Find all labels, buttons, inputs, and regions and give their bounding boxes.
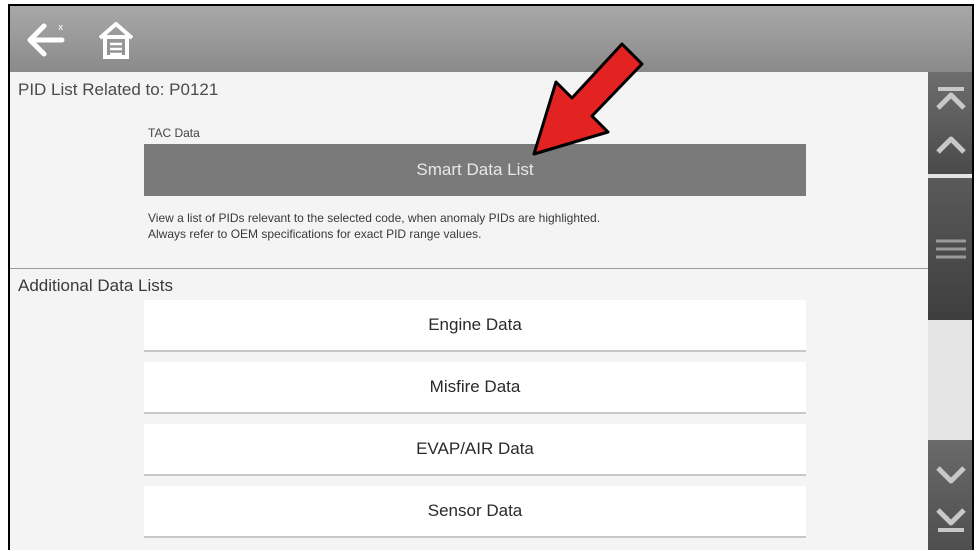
additional-data-lists-heading: Additional Data Lists	[18, 276, 173, 295]
scroll-down-icon[interactable]	[934, 460, 968, 490]
scroll-top-icon[interactable]	[934, 84, 968, 114]
top-toolbar: x	[10, 6, 972, 72]
description-line: View a list of PIDs relevant to the sele…	[148, 211, 601, 225]
misfire-data-button[interactable]: Misfire Data	[144, 362, 806, 414]
vertical-scrollbar[interactable]	[928, 72, 972, 550]
app-window: x PID List Related to: P0121 TAC Data Sm…	[8, 4, 974, 550]
svg-text:x: x	[58, 23, 64, 33]
smart-data-description: View a list of PIDs relevant to the sele…	[148, 210, 808, 242]
back-button[interactable]: x	[24, 20, 68, 60]
pid-list-panel: PID List Related to: P0121 TAC Data Smar…	[10, 72, 928, 550]
grip-icon	[936, 239, 966, 259]
scroll-up-icon[interactable]	[934, 130, 968, 160]
back-arrow-icon: x	[27, 23, 65, 57]
sensor-data-button[interactable]: Sensor Data	[144, 486, 806, 538]
pid-list-title: PID List Related to: P0121	[18, 80, 219, 99]
smart-data-list-button[interactable]: Smart Data List	[144, 144, 806, 196]
scroll-bottom-icon[interactable]	[934, 504, 968, 534]
annotation-arrow-icon	[532, 42, 644, 156]
engine-data-button[interactable]: Engine Data	[144, 300, 806, 352]
home-button[interactable]	[96, 18, 136, 62]
scroll-thumb[interactable]	[928, 178, 972, 320]
scroll-top-controls	[928, 72, 972, 174]
home-icon	[98, 22, 134, 59]
tac-data-label: TAC Data	[148, 126, 200, 140]
section-divider	[10, 268, 928, 269]
evap-air-data-button[interactable]: EVAP/AIR Data	[144, 424, 806, 476]
description-line: Always refer to OEM specifications for e…	[148, 227, 482, 241]
scroll-bottom-controls	[928, 440, 972, 550]
